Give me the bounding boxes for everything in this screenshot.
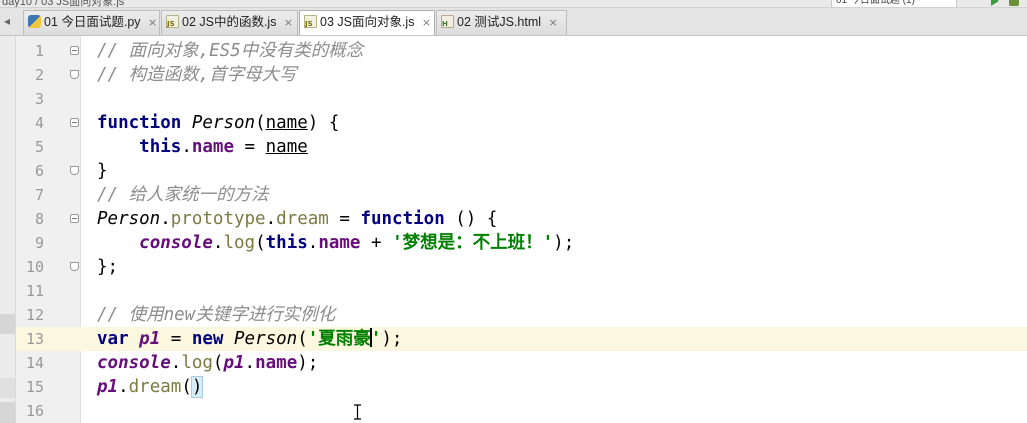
tab-label: 03 JS面向对象.js xyxy=(320,15,415,29)
tab-01-interview-py[interactable]: 01 今日面试题.py × xyxy=(23,10,160,35)
debug-icon[interactable] xyxy=(1009,0,1019,6)
string-literal: ' xyxy=(370,329,382,349)
line-number: 2 xyxy=(34,66,44,84)
line-number: 1 xyxy=(34,42,44,60)
code-line-12[interactable]: // 使用new关键字进行实例化 xyxy=(97,303,335,327)
method: log xyxy=(181,353,213,373)
string-literal: '梦想是：不上班！' xyxy=(392,233,554,253)
javascript-file-icon xyxy=(166,15,179,28)
close-icon[interactable]: × xyxy=(282,11,294,34)
run-config-selector[interactable]: 01 今日面试题 (1) xyxy=(831,0,957,7)
code-line-2[interactable]: // 构造函数,首字母大写 xyxy=(97,63,297,87)
line-number: 11 xyxy=(25,282,44,300)
tab-scroll-left-icon[interactable]: ◂ xyxy=(0,8,14,35)
identifier: console xyxy=(97,353,171,373)
property: name xyxy=(318,233,361,253)
line-number: 13 xyxy=(25,330,44,348)
fold-end-icon[interactable] xyxy=(70,70,79,79)
property: dream xyxy=(276,209,329,229)
close-icon[interactable]: × xyxy=(420,11,432,34)
line-number: 16 xyxy=(25,402,44,420)
javascript-file-icon xyxy=(304,15,317,28)
property: prototype xyxy=(170,209,266,229)
fold-end-icon[interactable] xyxy=(70,166,79,175)
comment: // 构造函数,首字母大写 xyxy=(97,65,297,85)
keyword: this xyxy=(139,137,182,157)
identifier: p1 xyxy=(223,353,245,373)
run-icon[interactable] xyxy=(991,0,999,6)
line-number: 7 xyxy=(34,186,44,204)
editor-tab-bar: ◂ 01 今日面试题.py × 02 JS中的函数.js × 03 JS面向对象.j… xyxy=(0,8,1027,36)
code-line-9[interactable]: console.log(this.name + '梦想是：不上班！'); xyxy=(97,231,574,255)
keyword: function xyxy=(97,113,182,133)
close-icon[interactable]: × xyxy=(147,11,159,34)
string-literal: '夏雨豪 xyxy=(307,329,371,349)
function-name: Person xyxy=(191,113,256,133)
line-number: 15 xyxy=(25,378,44,396)
identifier: Person xyxy=(97,209,161,229)
close-icon[interactable]: × xyxy=(547,11,559,34)
text-cursor-icon xyxy=(354,404,361,420)
tab-label: 02 测试JS.html xyxy=(457,15,542,29)
breadcrumb[interactable]: day10 / 03 JS面向对象.js xyxy=(2,0,124,7)
method: log xyxy=(223,233,256,253)
code-line-1[interactable]: // 面向对象,ES5中没有类的概念 xyxy=(97,39,363,63)
html-file-icon xyxy=(441,15,454,28)
python-file-icon xyxy=(28,15,41,28)
comment: // 使用new关键字进行实例化 xyxy=(97,305,336,325)
keyword: var xyxy=(97,329,129,349)
line-number: 3 xyxy=(34,90,44,108)
keyword: function xyxy=(360,209,445,229)
line-number: 5 xyxy=(34,138,44,156)
line-number: 9 xyxy=(34,234,44,252)
code-line-7[interactable]: // 给人家统一的方法 xyxy=(97,183,269,207)
code-line-15[interactable]: p1.dream() xyxy=(97,375,204,399)
line-number: 4 xyxy=(34,114,44,132)
identifier: p1 xyxy=(97,377,119,397)
tab-02-test-html[interactable]: 02 测试JS.html × xyxy=(436,10,567,35)
left-tool-strip xyxy=(0,36,16,423)
bracket-match: ) xyxy=(190,376,204,398)
fold-toggle-icon[interactable] xyxy=(70,118,79,127)
code-line-14[interactable]: console.log(p1.name); xyxy=(97,351,318,375)
strip-marker xyxy=(0,402,15,423)
tab-02-js-functions[interactable]: 02 JS中的函数.js × xyxy=(161,10,298,35)
line-number: 14 xyxy=(25,354,44,372)
identifier: console xyxy=(139,233,213,253)
strip-marker xyxy=(0,314,15,334)
comment: // 面向对象,ES5中没有类的概念 xyxy=(97,41,364,61)
fold-toggle-icon[interactable] xyxy=(70,214,79,223)
line-number: 8 xyxy=(34,210,44,228)
code-line-13[interactable]: var p1 = new Person('夏雨豪'); xyxy=(97,327,402,351)
tab-label: 01 今日面试题.py xyxy=(44,15,141,29)
property: name xyxy=(255,353,298,373)
tab-label: 02 JS中的函数.js xyxy=(182,15,277,29)
gutter-divider xyxy=(80,36,81,423)
keyword: this xyxy=(265,233,308,253)
identifier: name xyxy=(265,137,308,157)
line-number: 6 xyxy=(34,162,44,180)
code-line-8[interactable]: Person.prototype.dream = function () { xyxy=(97,207,497,231)
fold-toggle-icon[interactable] xyxy=(70,46,79,55)
navigation-bar: day10 / 03 JS面向对象.js 01 今日面试题 (1) xyxy=(0,0,1027,8)
code-line-10[interactable]: }; xyxy=(97,255,118,279)
code-line-5[interactable]: this.name = name xyxy=(97,135,308,159)
code-line-6[interactable]: } xyxy=(97,159,108,183)
method: dream xyxy=(128,377,182,397)
code-line-4[interactable]: function Person(name) { xyxy=(97,111,339,135)
parameter: name xyxy=(265,113,308,133)
comment: // 给人家统一的方法 xyxy=(97,185,269,205)
tab-03-js-oop[interactable]: 03 JS面向对象.js × xyxy=(299,10,435,35)
property: name xyxy=(191,137,235,157)
line-number: 12 xyxy=(25,306,44,324)
line-number: 10 xyxy=(25,258,44,276)
identifier: p1 xyxy=(139,329,161,349)
strip-marker xyxy=(0,378,15,398)
keyword: new xyxy=(191,329,224,349)
fold-end-icon[interactable] xyxy=(70,262,79,271)
function-name: Person xyxy=(234,329,298,349)
